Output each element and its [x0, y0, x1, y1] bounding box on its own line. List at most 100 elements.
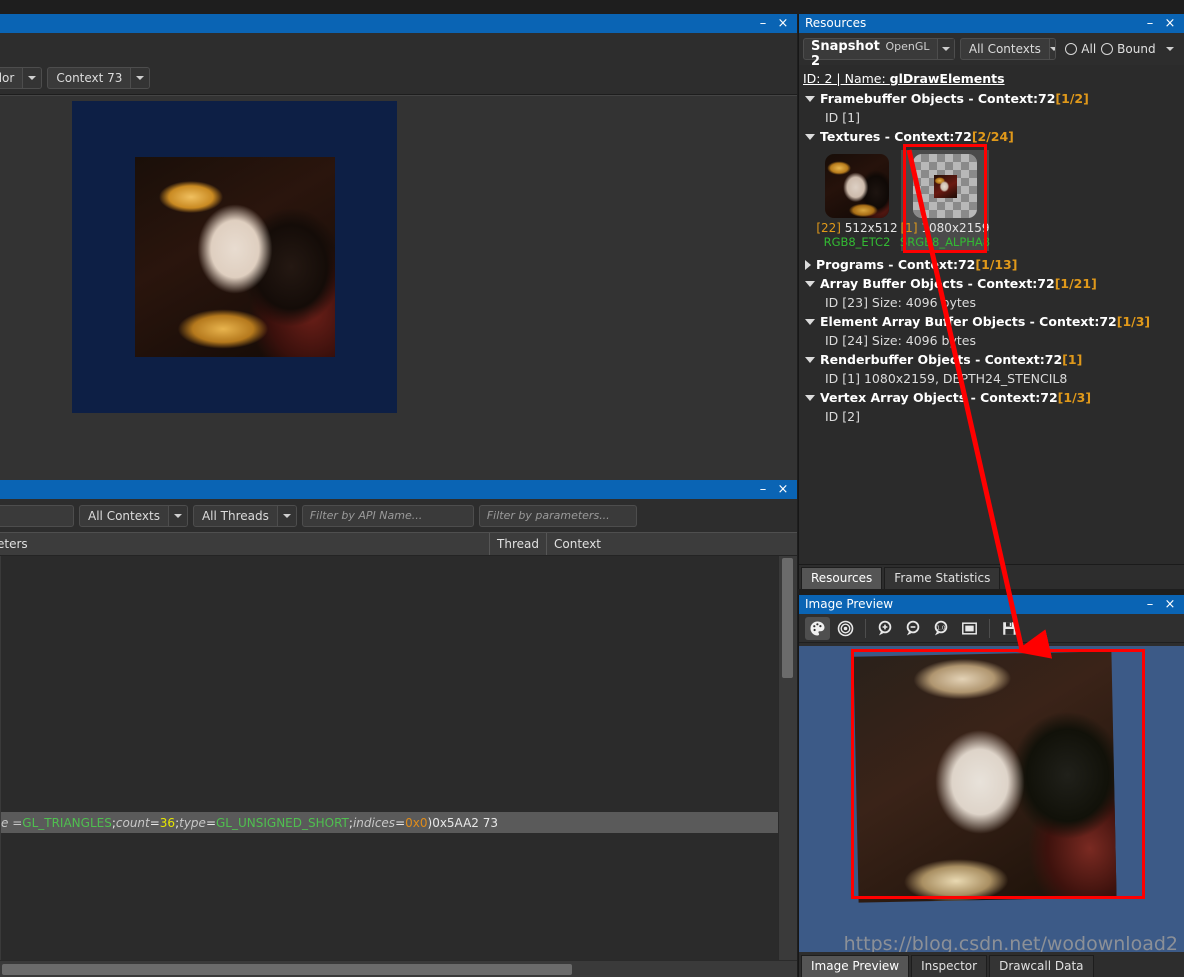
column-header-context[interactable]: Context	[547, 533, 797, 555]
resources-tree[interactable]: ID: 2 | Name: glDrawElements Framebuffer…	[799, 65, 1184, 564]
texture-card[interactable]: [1] 1080x2159 SRGB8_ALPHA8	[900, 144, 990, 253]
tab-resources[interactable]: Resources	[801, 567, 883, 589]
debugger-window: – × Color Context 73 – ×	[0, 0, 1184, 977]
chevron-down-icon[interactable]	[805, 356, 815, 363]
chevron-down-icon[interactable]	[805, 394, 815, 401]
minimize-icon[interactable]: –	[753, 481, 773, 498]
close-icon[interactable]: ×	[1160, 596, 1180, 613]
tree-group-node[interactable]: Array Buffer Objects - Context:72 [1/21]	[799, 274, 1184, 293]
api-call-token: indices	[352, 815, 396, 830]
resource-scope-radio-group: All Bound	[1061, 42, 1156, 56]
api-call-list[interactable]: e = GL_TRIANGLES; count = 36; type = GL_…	[0, 556, 797, 960]
filter-api-name-input[interactable]: Filter by API Name...	[301, 504, 474, 527]
scrollbar-thumb[interactable]	[2, 964, 572, 975]
tab-inspector[interactable]: Inspector	[911, 955, 988, 977]
resources-overflow-menu-button[interactable]	[1161, 38, 1180, 60]
zoom-out-icon[interactable]	[901, 617, 926, 640]
texture-id-size-label: [22] 512x512	[816, 221, 897, 235]
chevron-down-icon[interactable]	[130, 67, 150, 88]
framebuffer-canvas-area[interactable]	[0, 95, 797, 480]
api-call-token: GL_UNSIGNED_SHORT	[216, 815, 349, 830]
chevron-down-icon[interactable]	[936, 39, 954, 59]
tree-leaf-item[interactable]: ID [1]	[799, 108, 1184, 127]
radio-all-label: All	[1081, 42, 1097, 56]
tab-frame-statistics[interactable]: Frame Statistics	[884, 567, 1001, 589]
tree-group-node[interactable]: Framebuffer Objects - Context:72 [1/2]	[799, 89, 1184, 108]
tree-leaf-item[interactable]: ID [23] Size: 4096 bytes	[799, 293, 1184, 312]
column-header-thread[interactable]: Thread	[490, 533, 547, 555]
tree-group-node[interactable]: Programs - Context:72 [1/13]	[799, 255, 1184, 274]
chevron-down-icon[interactable]	[167, 505, 187, 526]
chevron-down-icon[interactable]	[1048, 39, 1056, 59]
close-icon[interactable]: ×	[1160, 15, 1180, 32]
texture-format: RGB8_ETC2	[823, 235, 891, 249]
chevron-down-icon[interactable]	[805, 318, 815, 325]
frame-select[interactable]	[0, 504, 74, 527]
column-header-parameters[interactable]: eters	[0, 533, 491, 555]
context-select[interactable]: Context 73	[47, 66, 151, 89]
minimize-icon[interactable]: –	[1140, 15, 1160, 32]
radio-all[interactable]: All	[1065, 42, 1096, 56]
filter-parameters-input[interactable]: Filter by parameters...	[478, 504, 637, 527]
image-preview-bottom-tabs: Image Preview Inspector Drawcall Data	[799, 952, 1184, 977]
tree-group-count: [1/3]	[1057, 390, 1092, 405]
minimize-icon[interactable]: –	[1140, 596, 1160, 613]
channels-icon[interactable]	[805, 616, 830, 640]
zoom-in-icon[interactable]	[873, 617, 898, 640]
texture-thumbnail-row: [22] 512x512 RGB8_ETC2 [1] 1080x2159 SRGB8_…	[799, 144, 1184, 255]
tree-leaf-item[interactable]: ID [24] Size: 4096 bytes	[799, 331, 1184, 350]
tree-group-label: Programs - Context:72	[816, 257, 976, 272]
tab-image-preview[interactable]: Image Preview	[801, 955, 910, 977]
tree-group-node[interactable]: Renderbuffer Objects - Context:72 [1]	[799, 350, 1184, 369]
tree-group-node[interactable]: Element Array Buffer Objects - Context:7…	[799, 312, 1184, 331]
zoom-actual-size-icon[interactable]: 1.0	[929, 617, 954, 640]
api-call-row-selected[interactable]: e = GL_TRIANGLES; count = 36; type = GL_…	[1, 812, 778, 833]
toolbar-separator	[865, 618, 866, 638]
close-icon[interactable]: ×	[773, 481, 793, 498]
chevron-down-icon[interactable]	[276, 505, 296, 526]
tab-drawcall-data[interactable]: Drawcall Data	[989, 955, 1094, 977]
api-call-token: =	[149, 815, 160, 830]
framebuffer-toolbar: Color Context 73	[0, 61, 797, 95]
resources-contexts-select[interactable]: All Contexts	[959, 38, 1057, 60]
alpha-target-icon[interactable]	[833, 617, 858, 640]
close-icon[interactable]: ×	[773, 15, 793, 32]
image-preview-titlebar: Image Preview – ×	[799, 595, 1184, 614]
api-call-token: 0x0	[405, 815, 428, 830]
radio-bound[interactable]: Bound	[1101, 42, 1156, 56]
chevron-down-icon[interactable]	[805, 95, 815, 102]
texture-thumbnail[interactable]	[825, 154, 889, 218]
api-list-horizontal-scrollbar[interactable]	[0, 960, 797, 977]
preview-highlight-rectangle	[851, 649, 1145, 899]
snapshot-select[interactable]: Snapshot 2 OpenGL	[803, 38, 955, 69]
tree-leaf-item[interactable]: ID [1] 1080x2159, DEPTH24_STENCIL8	[799, 369, 1184, 388]
resources-titlebar: Resources – ×	[799, 14, 1184, 33]
image-preview-viewport[interactable]	[799, 646, 1184, 952]
api-contexts-select[interactable]: All Contexts	[79, 504, 188, 527]
color-buffer-select-value: Color	[0, 70, 15, 85]
chevron-down-icon[interactable]	[22, 67, 42, 88]
minimize-icon[interactable]: –	[753, 15, 773, 32]
scrollbar-thumb[interactable]	[782, 558, 793, 678]
api-table-header: eters Thread Context	[0, 532, 797, 556]
texture-card[interactable]: [22] 512x512 RGB8_ETC2	[813, 150, 901, 251]
filter-api-name-placeholder: Filter by API Name...	[309, 509, 423, 522]
api-call-token: 0x5AA2 73	[432, 815, 499, 830]
chevron-down-icon[interactable]	[805, 133, 815, 140]
chevron-right-icon[interactable]	[805, 259, 811, 270]
api-call-token: type	[179, 815, 206, 830]
tree-group-label: Renderbuffer Objects - Context:72	[820, 352, 1063, 367]
api-list-vertical-scrollbar[interactable]	[778, 556, 796, 960]
save-icon[interactable]	[997, 617, 1022, 640]
toolbar-separator	[989, 618, 990, 638]
tree-group-label: Element Array Buffer Objects - Context:7…	[820, 314, 1117, 329]
api-trace-toolbar: All Contexts All Threads Filter by API N…	[0, 499, 797, 532]
fit-to-window-icon[interactable]	[957, 617, 982, 640]
tree-leaf-item[interactable]: ID [2]	[799, 407, 1184, 426]
tree-group-node[interactable]: Textures - Context:72 [2/24]	[799, 127, 1184, 146]
color-buffer-select[interactable]: Color	[0, 66, 43, 89]
api-threads-select[interactable]: All Threads	[192, 504, 297, 527]
chevron-down-icon[interactable]	[805, 280, 815, 287]
tree-group-count: [1/21]	[1054, 276, 1097, 291]
tree-group-node[interactable]: Vertex Array Objects - Context:72 [1/3]	[799, 388, 1184, 407]
